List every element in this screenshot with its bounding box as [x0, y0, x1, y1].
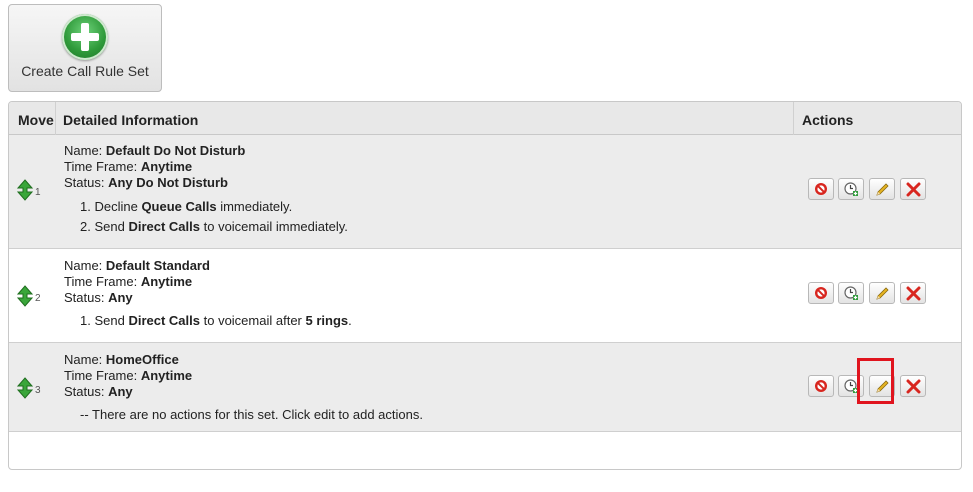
delete-button[interactable]: [900, 282, 926, 304]
move-order-number: 2: [35, 293, 41, 304]
rule-set-details: Name: HomeOffice Time Frame: Anytime Sta…: [64, 352, 193, 399]
rule-set-name: HomeOffice: [105, 352, 179, 367]
header-actions: Actions: [802, 112, 854, 128]
table-row: 3 Name: HomeOffice Time Frame: Anytime S…: [9, 343, 961, 432]
create-call-rule-set-label: Create Call Rule Set: [21, 63, 149, 79]
rule-steps-list: 1. Decline Queue Calls immediately. 2. S…: [80, 197, 348, 237]
move-handle[interactable]: 2: [17, 285, 41, 307]
move-order-number: 1: [35, 187, 41, 198]
table-row: 2 Name: Default Standard Time Frame: Any…: [9, 249, 961, 343]
rule-set-status: Any: [108, 290, 133, 305]
disable-button[interactable]: [808, 282, 834, 304]
header-detailed-information: Detailed Information: [63, 112, 199, 128]
rule-set-name: Default Do Not Disturb: [105, 143, 246, 158]
rule-steps-list: 1. Send Direct Calls to voicemail after …: [80, 311, 352, 331]
rule-set-status: Any: [108, 384, 133, 399]
edit-pencil-icon: [876, 287, 889, 300]
delete-icon: [906, 379, 921, 394]
header-move: Move: [18, 112, 54, 128]
edit-button[interactable]: [869, 178, 895, 200]
delete-button[interactable]: [900, 178, 926, 200]
schedule-icon: [844, 379, 858, 393]
delete-button[interactable]: [900, 375, 926, 397]
edit-button[interactable]: [869, 282, 895, 304]
edit-pencil-icon: [876, 380, 889, 393]
disable-icon: [815, 287, 827, 299]
table-row: 1 Name: Default Do Not Disturb Time Fram…: [9, 135, 961, 249]
disable-icon: [815, 183, 827, 195]
call-rule-sets-table: Move Detailed Information Actions 1 Name…: [8, 101, 962, 470]
rule-set-details: Name: Default Do Not Disturb Time Frame:…: [64, 143, 246, 190]
disable-button[interactable]: [808, 375, 834, 397]
rule-step: 1. Send Direct Calls to voicemail after …: [80, 313, 352, 328]
disable-icon: [815, 380, 827, 392]
move-handle[interactable]: 1: [17, 179, 41, 201]
rule-set-time-frame: Anytime: [140, 274, 193, 289]
table-header: Move Detailed Information Actions: [9, 102, 961, 135]
rule-set-time-frame: Anytime: [140, 159, 193, 174]
rule-set-name: Default Standard: [105, 258, 210, 273]
schedule-icon: [844, 286, 858, 300]
schedule-button[interactable]: [838, 178, 864, 200]
schedule-icon: [844, 182, 858, 196]
delete-icon: [906, 182, 921, 197]
schedule-button[interactable]: [838, 282, 864, 304]
disable-button[interactable]: [808, 178, 834, 200]
rule-set-time-frame: Anytime: [140, 368, 193, 383]
move-handle[interactable]: 3: [17, 377, 41, 399]
delete-icon: [906, 286, 921, 301]
rule-step: 1. Decline Queue Calls immediately.: [80, 199, 293, 214]
move-order-number: 3: [35, 385, 41, 396]
rule-set-details: Name: Default Standard Time Frame: Anyti…: [64, 258, 210, 305]
edit-pencil-icon: [876, 183, 889, 196]
move-arrows-icon: [17, 179, 33, 201]
no-actions-note: -- There are no actions for this set. Cl…: [80, 407, 423, 422]
schedule-button[interactable]: [838, 375, 864, 397]
edit-button[interactable]: [869, 375, 895, 397]
rule-set-status: Any Do Not Disturb: [108, 175, 228, 190]
plus-circle-icon: [62, 14, 108, 60]
move-arrows-icon: [17, 377, 33, 399]
move-arrows-icon: [17, 285, 33, 307]
rule-step: 2. Send Direct Calls to voicemail immedi…: [80, 219, 348, 234]
create-call-rule-set-button[interactable]: Create Call Rule Set: [8, 4, 162, 92]
